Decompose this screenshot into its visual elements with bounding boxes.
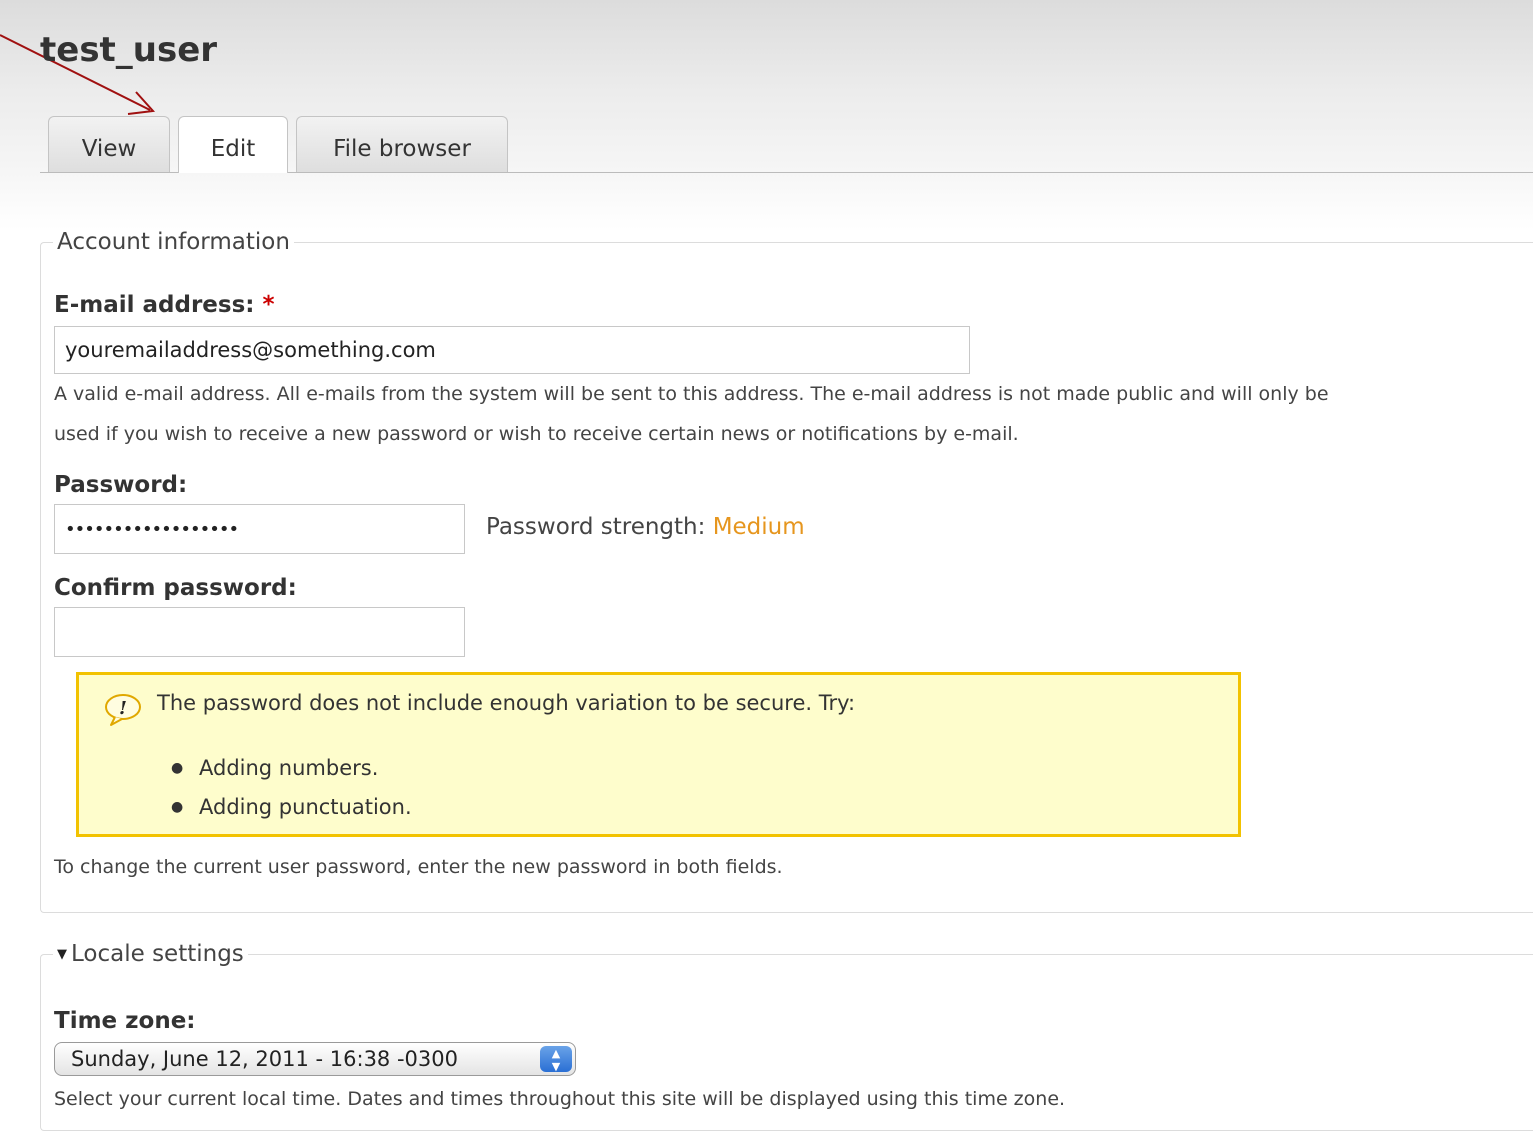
password-help-text: To change the current user password, ent… [54, 856, 783, 878]
email-label-text: E-mail address: [54, 292, 255, 318]
select-stepper-icon[interactable]: ▲ ▼ [540, 1046, 572, 1072]
bullet: ● [171, 760, 184, 776]
list-item: ● Adding punctuation. [171, 788, 412, 827]
password-strength-value: Medium [712, 514, 805, 540]
password-label: Password: [54, 472, 188, 498]
email-label: E-mail address: * [54, 292, 275, 318]
tab-edit[interactable]: Edit [178, 116, 288, 173]
email-description: A valid e-mail address. All e-mails from… [54, 374, 1329, 454]
tab-view[interactable]: View [48, 116, 170, 172]
suggestion-text: Adding numbers. [199, 756, 379, 780]
password-strength-label: Password strength: [486, 514, 706, 540]
account-information-legend: Account information [57, 229, 290, 255]
time-zone-label: Time zone: [54, 1008, 196, 1034]
caret-down-icon: ▼ [57, 947, 67, 962]
page-title: test_user [40, 30, 218, 70]
time-zone-selected-value: Sunday, June 12, 2011 - 16:38 -0300 [71, 1047, 458, 1071]
time-zone-description: Select your current local time. Dates an… [54, 1088, 1066, 1110]
tab-bar: View Edit File browser [40, 116, 1533, 174]
locale-settings-link[interactable]: Locale settings [71, 941, 244, 967]
password-strength: Password strength: Medium [486, 514, 805, 540]
page-header [0, 0, 1533, 230]
email-input[interactable] [54, 326, 970, 374]
required-marker: * [262, 292, 275, 318]
list-item: ● Adding numbers. [171, 749, 412, 788]
email-description-line-2: used if you wish to receive a new passwo… [54, 423, 1019, 445]
confirm-password-label: Confirm password: [54, 575, 297, 601]
svg-text:!: ! [119, 698, 127, 719]
locale-settings-legend[interactable]: ▼ Locale settings [53, 941, 248, 967]
password-warning: ! The password does not include enough v… [76, 672, 1241, 837]
exclamation-bubble-icon: ! [105, 694, 141, 726]
password-suggestions: ● Adding numbers. ● Adding punctuation. [171, 749, 412, 827]
password-warning-message: The password does not include enough var… [157, 691, 856, 715]
tab-file-browser[interactable]: File browser [296, 116, 508, 172]
bullet: ● [171, 799, 184, 815]
confirm-password-input[interactable] [54, 607, 465, 657]
email-description-line-1: A valid e-mail address. All e-mails from… [54, 383, 1329, 405]
suggestion-text: Adding punctuation. [199, 795, 412, 819]
time-zone-select[interactable]: Sunday, June 12, 2011 - 16:38 -0300 ▲ ▼ [54, 1042, 576, 1076]
password-input[interactable] [54, 504, 465, 554]
